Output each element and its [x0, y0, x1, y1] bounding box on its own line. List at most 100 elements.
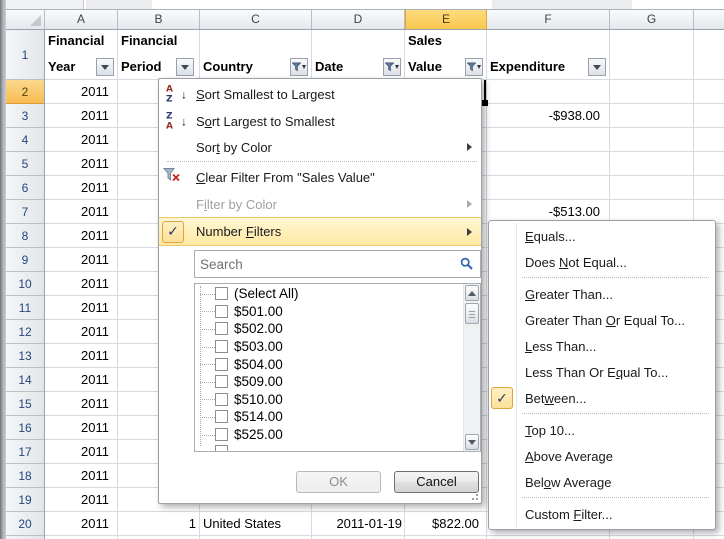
row-header[interactable]: 12	[6, 320, 44, 344]
header-financial-year-line2[interactable]: Year	[48, 59, 75, 75]
value-checkbox[interactable]	[215, 305, 228, 318]
row-header[interactable]: 13	[6, 344, 44, 368]
filter-button-date-filtered[interactable]	[383, 58, 401, 76]
submenu-item-between[interactable]: Between...	[489, 385, 715, 411]
year-cell[interactable]: 2011	[45, 464, 118, 488]
year-cell[interactable]: 2011	[45, 440, 118, 464]
header-sales-value-line2[interactable]: Value	[408, 59, 442, 75]
value-checkbox[interactable]	[215, 428, 228, 441]
row-header[interactable]: 18	[6, 464, 44, 488]
search-input[interactable]	[195, 251, 480, 277]
year-cell[interactable]: 2011	[45, 200, 118, 224]
year-cell[interactable]: 2011	[45, 416, 118, 440]
filter-button-sales-value-open[interactable]	[465, 58, 483, 76]
list-scrollbar[interactable]	[463, 284, 480, 451]
menu-item-number-filters[interactable]: ✓ Number Filters	[159, 217, 481, 246]
column-header-partial[interactable]	[694, 10, 724, 29]
resize-grip[interactable]	[468, 490, 478, 500]
submenu-item-top-10[interactable]: Top 10...	[489, 417, 715, 443]
menu-item-clear-filter[interactable]: Clear Filter From "Sales Value"	[159, 164, 481, 191]
row-header[interactable]: 7	[6, 200, 44, 224]
value-checkbox[interactable]	[215, 410, 228, 423]
header-country[interactable]: Country	[203, 59, 253, 75]
submenu-item-greater-than[interactable]: Greater Than...	[489, 281, 715, 307]
year-cell[interactable]: 2011	[45, 392, 118, 416]
value-checkbox[interactable]	[215, 287, 228, 300]
year-cell[interactable]: 2011	[45, 80, 118, 104]
year-cell[interactable]: 2011	[45, 176, 118, 200]
header-expenditure[interactable]: Expenditure	[490, 59, 565, 75]
filter-value-item[interactable]: $510.00	[195, 391, 463, 409]
year-cell[interactable]: 2011	[45, 224, 118, 248]
row-header[interactable]: 6	[6, 176, 44, 200]
submenu-item-above-average[interactable]: Above Average	[489, 443, 715, 469]
year-cell[interactable]: 2011	[45, 128, 118, 152]
column-header-f[interactable]: F	[487, 10, 610, 29]
value-checkbox[interactable]	[215, 358, 228, 371]
column-header-e-selected[interactable]: E	[405, 10, 487, 29]
header-financial-period-line1[interactable]: Financial	[121, 33, 177, 49]
submenu-item-custom-filter[interactable]: Custom Filter...	[489, 501, 715, 527]
column-header-a[interactable]: A	[45, 10, 118, 29]
value-checkbox[interactable]	[215, 322, 228, 335]
row-header[interactable]: 15	[6, 392, 44, 416]
filter-value-item[interactable]: $504.00	[195, 355, 463, 373]
menu-item-sort-by-color[interactable]: Sort by Color	[159, 135, 481, 159]
submenu-item-less-than[interactable]: Less Than...	[489, 333, 715, 359]
filter-value-item[interactable]: $525.00	[195, 426, 463, 444]
value-checkbox[interactable]	[215, 393, 228, 406]
value-checkbox[interactable]	[215, 340, 228, 353]
period-cell-b20[interactable]: 1	[118, 512, 200, 536]
row-header[interactable]: 10	[6, 272, 44, 296]
column-header-b[interactable]: B	[118, 10, 200, 29]
filter-value-item[interactable]: $501.00	[195, 303, 463, 321]
year-cell[interactable]: 2011	[45, 488, 118, 512]
scroll-down-button[interactable]	[465, 434, 479, 450]
column-header-d[interactable]: D	[312, 10, 405, 29]
cancel-button[interactable]: Cancel	[394, 471, 479, 493]
submenu-item-greater-than-or-equal[interactable]: Greater Than Or Equal To...	[489, 307, 715, 333]
column-header-g[interactable]: G	[610, 10, 694, 29]
row-header[interactable]: 16	[6, 416, 44, 440]
year-cell[interactable]: 2011	[45, 344, 118, 368]
submenu-item-below-average[interactable]: Below Average	[489, 469, 715, 495]
date-cell-d20[interactable]: 2011-01-19	[312, 512, 405, 536]
filter-value-item[interactable]: (Select All)	[195, 285, 463, 303]
expenditure-cell-f3[interactable]: -$938.00	[487, 104, 610, 128]
row-header[interactable]: 17	[6, 440, 44, 464]
row-header[interactable]: 8	[6, 224, 44, 248]
sales-cell-e20[interactable]: $822.00	[405, 512, 487, 536]
filter-value-item[interactable]: $509.00	[195, 373, 463, 391]
submenu-item-equals[interactable]: Equals...	[489, 223, 715, 249]
filter-button-country-filtered[interactable]	[290, 58, 308, 76]
value-checkbox[interactable]	[215, 375, 228, 388]
filter-value-item-partial[interactable]	[195, 442, 463, 452]
year-cell[interactable]: 2011	[45, 512, 118, 536]
header-date[interactable]: Date	[315, 59, 343, 75]
row-header[interactable]: 19	[6, 488, 44, 512]
select-all-corner[interactable]	[6, 10, 45, 29]
year-cell[interactable]: 2011	[45, 272, 118, 296]
filter-button-financial-period[interactable]	[176, 58, 194, 76]
scroll-up-button[interactable]	[465, 285, 479, 301]
row-header[interactable]: 9	[6, 248, 44, 272]
year-cell[interactable]: 2011	[45, 104, 118, 128]
menu-item-sort-largest-to-smallest[interactable]: ZA↓ Sort Largest to Smallest	[159, 108, 481, 135]
row-header[interactable]: 2	[6, 80, 44, 104]
submenu-item-does-not-equal[interactable]: Does Not Equal...	[489, 249, 715, 275]
row-header[interactable]: 1	[6, 30, 44, 80]
year-cell[interactable]: 2011	[45, 152, 118, 176]
filter-button-expenditure[interactable]	[588, 58, 606, 76]
row-header[interactable]: 3	[6, 104, 44, 128]
year-cell[interactable]: 2011	[45, 248, 118, 272]
header-financial-period-line2[interactable]: Period	[121, 59, 161, 75]
row-header[interactable]: 11	[6, 296, 44, 320]
row-header[interactable]: 14	[6, 368, 44, 392]
filter-value-item[interactable]: $503.00	[195, 338, 463, 356]
filter-value-item[interactable]: $502.00	[195, 320, 463, 338]
year-cell[interactable]: 2011	[45, 320, 118, 344]
row-header[interactable]: 4	[6, 128, 44, 152]
country-cell-c20[interactable]: United States	[200, 512, 312, 536]
filter-value-item[interactable]: $514.00	[195, 408, 463, 426]
fill-handle[interactable]	[482, 100, 488, 106]
